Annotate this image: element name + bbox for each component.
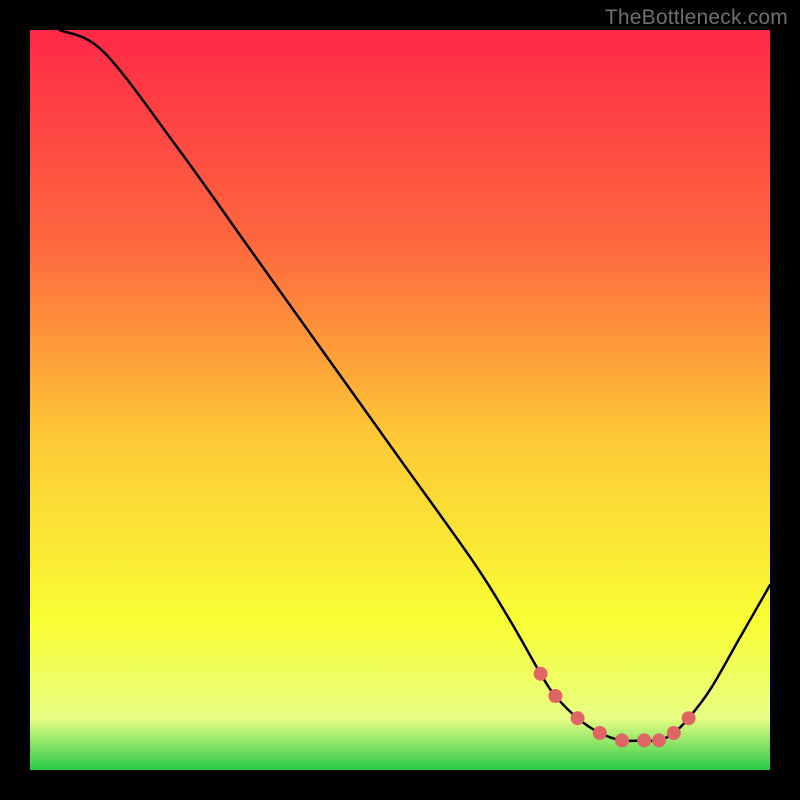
chart-container: TheBottleneck.com: [0, 0, 800, 800]
gradient-background: [30, 30, 770, 770]
highlight-dot: [637, 733, 651, 747]
watermark-text: TheBottleneck.com: [605, 6, 788, 30]
highlight-dot: [652, 733, 666, 747]
plot-area: [30, 30, 770, 770]
highlight-dot: [593, 726, 607, 740]
highlight-dot: [534, 667, 548, 681]
highlight-dot: [667, 726, 681, 740]
highlight-dot: [571, 711, 585, 725]
highlight-dot: [615, 733, 629, 747]
highlight-dot: [682, 711, 696, 725]
bottleneck-chart: [30, 30, 770, 770]
highlight-dot: [548, 689, 562, 703]
